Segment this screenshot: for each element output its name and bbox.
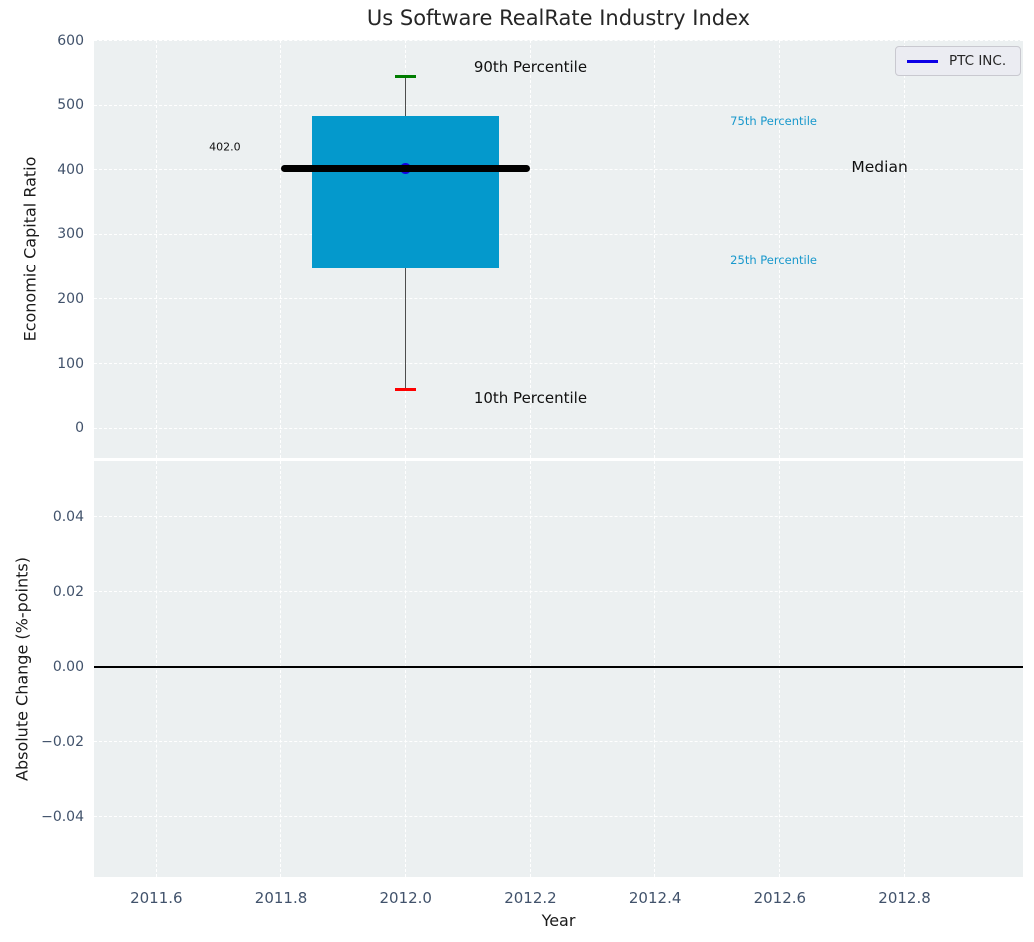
whisker-cap-lower: [395, 388, 417, 392]
annotation-75th-percentile: 75th Percentile: [730, 113, 818, 128]
legend-line-sample: [907, 59, 938, 63]
gridline-vertical: [654, 40, 656, 458]
x-tick-label: 2012.2: [504, 889, 557, 907]
gridline-vertical: [155, 461, 157, 877]
x-tick-label: 2012.6: [753, 889, 807, 907]
x-tick-label: 2012.4: [628, 889, 682, 907]
x-tick-label: 2012.0: [379, 889, 432, 907]
gridline-vertical: [155, 40, 157, 458]
whisker-cap-upper: [395, 74, 417, 78]
gridline-horizontal: [94, 298, 1023, 300]
x-tick-label: 2011.8: [254, 889, 308, 907]
annotation-25th-percentile: 25th Percentile: [730, 253, 818, 268]
x-tick-label: 2011.6: [130, 889, 183, 907]
zero-line: [94, 666, 1023, 669]
gridline-horizontal: [94, 362, 1023, 364]
x-axis-label: Year: [541, 911, 576, 930]
annotation-median: Median: [851, 158, 908, 177]
gridline-horizontal: [94, 516, 1023, 518]
gridline-vertical: [280, 461, 282, 877]
legend: PTC INC.: [895, 46, 1021, 76]
gridline-vertical: [779, 40, 781, 458]
bottom-plot-area: [94, 461, 1023, 877]
gridline-horizontal: [94, 39, 1023, 41]
gridline-horizontal: [94, 591, 1023, 593]
y-tick-label: 600: [57, 32, 84, 49]
gridline-vertical: [404, 461, 406, 877]
gridline-horizontal: [94, 104, 1023, 106]
gridline-vertical: [280, 40, 282, 458]
annotation-10th-percentile: 10th Percentile: [473, 388, 588, 407]
gridline-vertical: [903, 40, 905, 458]
gridline-horizontal: [94, 816, 1023, 818]
y-tick-label: 0.02: [52, 584, 84, 601]
y-tick-label: −0.04: [41, 809, 84, 826]
box-iqr: [312, 116, 500, 269]
y-tick-label: 400: [57, 161, 84, 178]
y-tick-label: 0.04: [52, 509, 84, 526]
median-line: [281, 165, 531, 173]
chart-title: Us Software RealRate Industry Index: [366, 6, 751, 30]
gridline-horizontal: [94, 741, 1023, 743]
y-tick-label: 300: [57, 226, 84, 243]
annotation-90th-percentile: 90th Percentile: [473, 58, 588, 77]
gridline-horizontal: [94, 233, 1023, 235]
y-tick-label: 200: [57, 291, 84, 308]
y-tick-label: 0: [75, 420, 84, 437]
y-tick-label: 500: [57, 97, 84, 114]
figure: Us Software RealRate Industry Index Econ…: [0, 0, 1034, 942]
gridline-vertical: [779, 461, 781, 877]
gridline-vertical: [654, 461, 656, 877]
gridline-vertical: [903, 461, 905, 877]
y-tick-label: 100: [57, 355, 84, 372]
y-tick-label: −0.02: [41, 734, 84, 751]
gridline-vertical: [529, 461, 531, 877]
annotation-402-0: 402.0: [209, 140, 241, 154]
x-tick-label: 2012.8: [878, 889, 931, 907]
legend-entry-label: PTC INC.: [949, 53, 1007, 69]
y-axis-label-top: Economic Capital Ratio: [20, 156, 40, 342]
gridline-horizontal: [94, 427, 1023, 429]
y-tick-label: 0.00: [52, 659, 84, 676]
